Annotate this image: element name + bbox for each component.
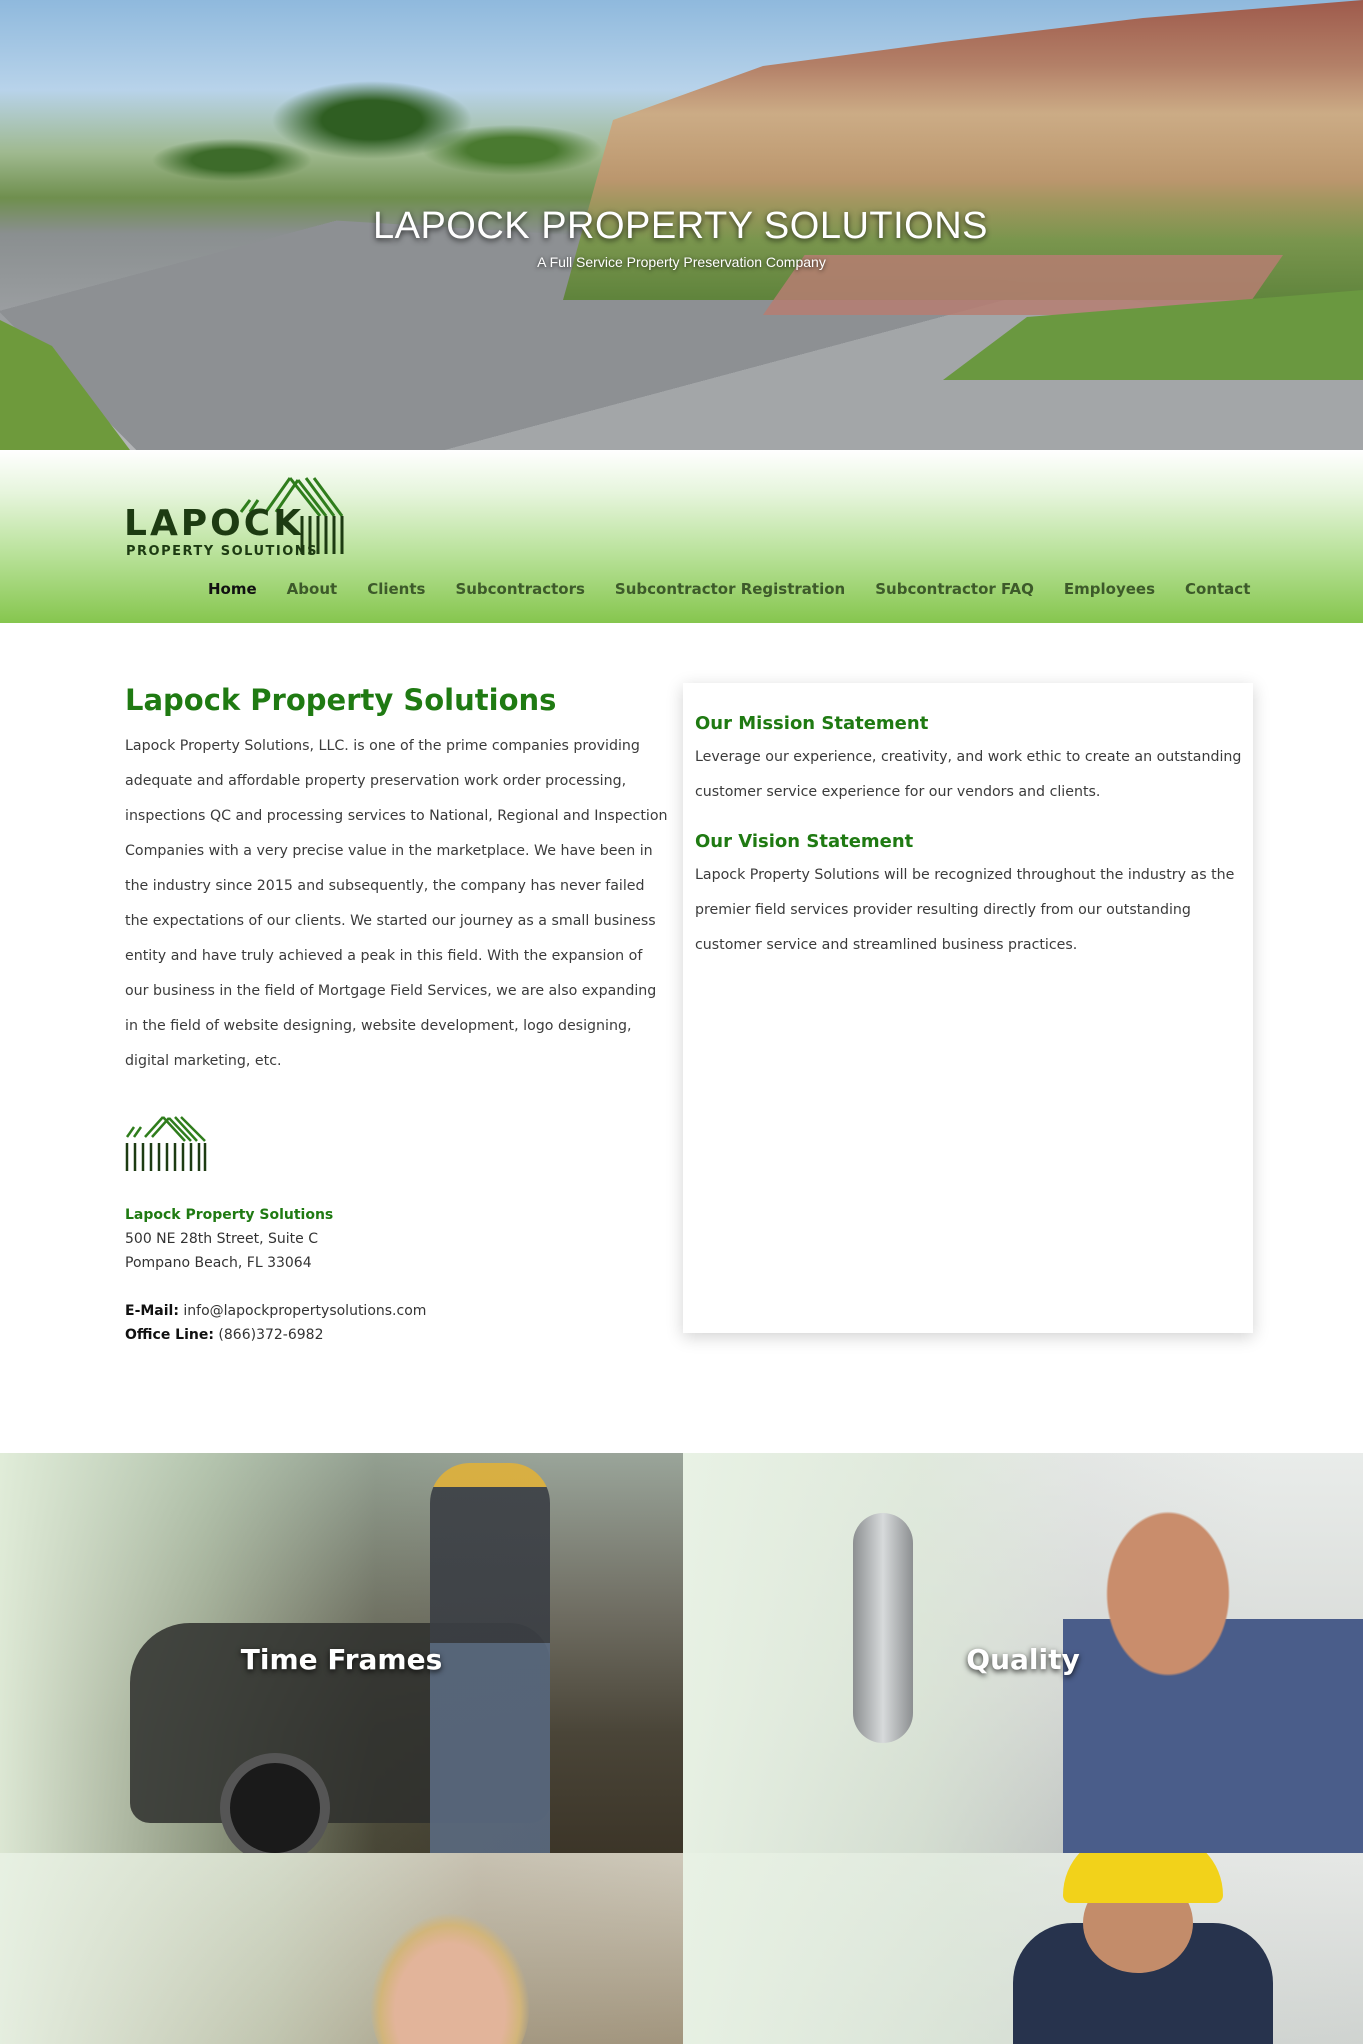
tile-time-frames-label: Time Frames (240, 1643, 443, 1676)
feature-tiles: Time Frames Quality (0, 1453, 1363, 2044)
sink-pipe-image (853, 1513, 913, 1743)
contact-address-line2: Pompano Beach, FL 33064 (125, 1255, 312, 1271)
contact-company: Lapock Property Solutions (125, 1207, 334, 1223)
phone-number[interactable]: (866)372-6982 (218, 1327, 323, 1343)
mission-vision-card: Our Mission Statement Leverage our exper… (683, 683, 1253, 1333)
mission-text: Leverage our experience, creativity, and… (695, 749, 1242, 800)
contact-address-line1: 500 NE 28th Street, Suite C (125, 1231, 318, 1247)
tile-customer[interactable] (0, 1853, 683, 2044)
logo-wordmark: LAPOCK (124, 503, 305, 544)
tile-worker[interactable] (683, 1853, 1363, 2044)
site-title: LAPOCK PROPERTY SOLUTIONS (372, 205, 989, 247)
hero-banner: LAPOCK PROPERTY SOLUTIONS A Full Service… (0, 0, 1363, 450)
hero-title-block: LAPOCK PROPERTY SOLUTIONS A Full Service… (0, 205, 1363, 270)
about-heading: Lapock Property Solutions (125, 683, 557, 717)
nav-employees[interactable]: Employees (1064, 580, 1155, 598)
vision-text: Lapock Property Solutions will be recogn… (695, 867, 1235, 953)
tile-quality-label: Quality (966, 1643, 1080, 1676)
nav-home[interactable]: Home (208, 580, 257, 598)
woman-image (370, 1913, 530, 2044)
about-section: Lapock Property Solutions Lapock Propert… (125, 683, 670, 1347)
main-nav: Home About Clients Subcontractors Subcon… (208, 580, 1280, 598)
phone-label: Office Line: (125, 1327, 214, 1343)
nav-subcontractor-faq[interactable]: Subcontractor FAQ (875, 580, 1034, 598)
contact-email-row: E-Mail: info@lapockpropertysolutions.com (125, 1299, 670, 1323)
truck-wheel (220, 1753, 330, 1853)
nav-subcontractor-registration[interactable]: Subcontractor Registration (615, 580, 845, 598)
logo-mark-icon (125, 1115, 670, 1177)
contact-block: Lapock Property Solutions 500 NE 28th St… (125, 1203, 670, 1347)
site-tagline: A Full Service Property Preservation Com… (537, 254, 826, 270)
email-label: E-Mail: (125, 1303, 179, 1319)
email-link[interactable]: info@lapockpropertysolutions.com (183, 1303, 426, 1319)
logo-subtitle: PROPERTY SOLUTIONS (126, 544, 319, 559)
mission-block: Our Mission Statement Leverage our exper… (695, 713, 1243, 810)
vision-block: Our Vision Statement Lapock Property Sol… (695, 831, 1243, 963)
contact-phone-row: Office Line: (866)372-6982 (125, 1323, 670, 1347)
tile-quality[interactable]: Quality (683, 1453, 1363, 1853)
about-paragraph: Lapock Property Solutions, LLC. is one o… (125, 738, 668, 1069)
nav-about[interactable]: About (287, 580, 338, 598)
nav-clients[interactable]: Clients (367, 580, 425, 598)
nav-subcontractors[interactable]: Subcontractors (455, 580, 584, 598)
vision-title: Our Vision Statement (695, 831, 914, 852)
site-header: LAPOCK PROPERTY SOLUTIONS Home About Cli… (0, 450, 1363, 623)
nav-contact[interactable]: Contact (1185, 580, 1250, 598)
hard-hat-icon (1063, 1853, 1223, 1903)
mission-title: Our Mission Statement (695, 713, 929, 734)
site-logo[interactable]: LAPOCK PROPERTY SOLUTIONS (124, 472, 356, 559)
main-content: Lapock Property Solutions Lapock Propert… (0, 623, 1363, 1453)
tile-time-frames[interactable]: Time Frames (0, 1453, 683, 1853)
